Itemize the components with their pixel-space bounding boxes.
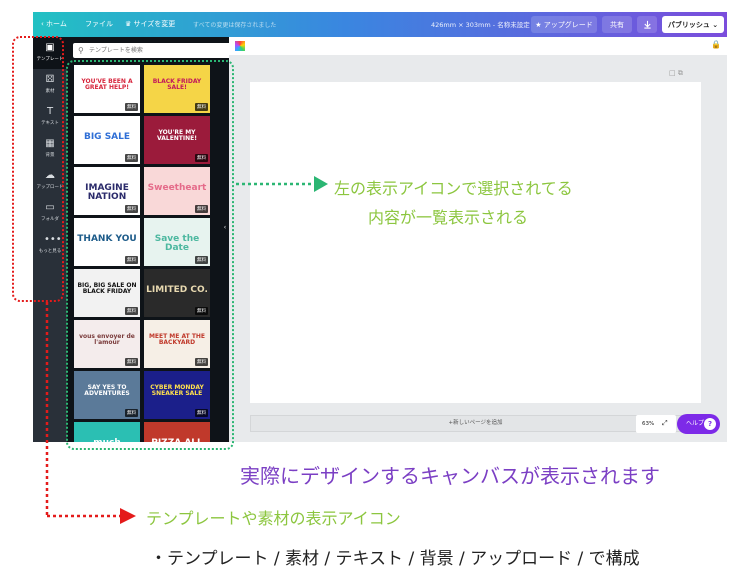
panel-arrow-head xyxy=(314,176,328,192)
composition-annotation: ・テンプレート / 素材 / テキスト / 背景 / アップロード / で構成 xyxy=(150,549,640,569)
panel-annotation-line2: 内容が一覧表示される xyxy=(368,208,529,227)
annotation-arrows xyxy=(45,176,328,524)
rail-arrow-head xyxy=(120,508,136,524)
canvas-annotation: 実際にデザインするキャンバスが表示されます xyxy=(240,464,660,488)
panel-annotation-line1: 左の表示アイコンで選択されてる xyxy=(334,179,573,198)
rail-annotation: テンプレートや素材の表示アイコン xyxy=(146,509,401,528)
